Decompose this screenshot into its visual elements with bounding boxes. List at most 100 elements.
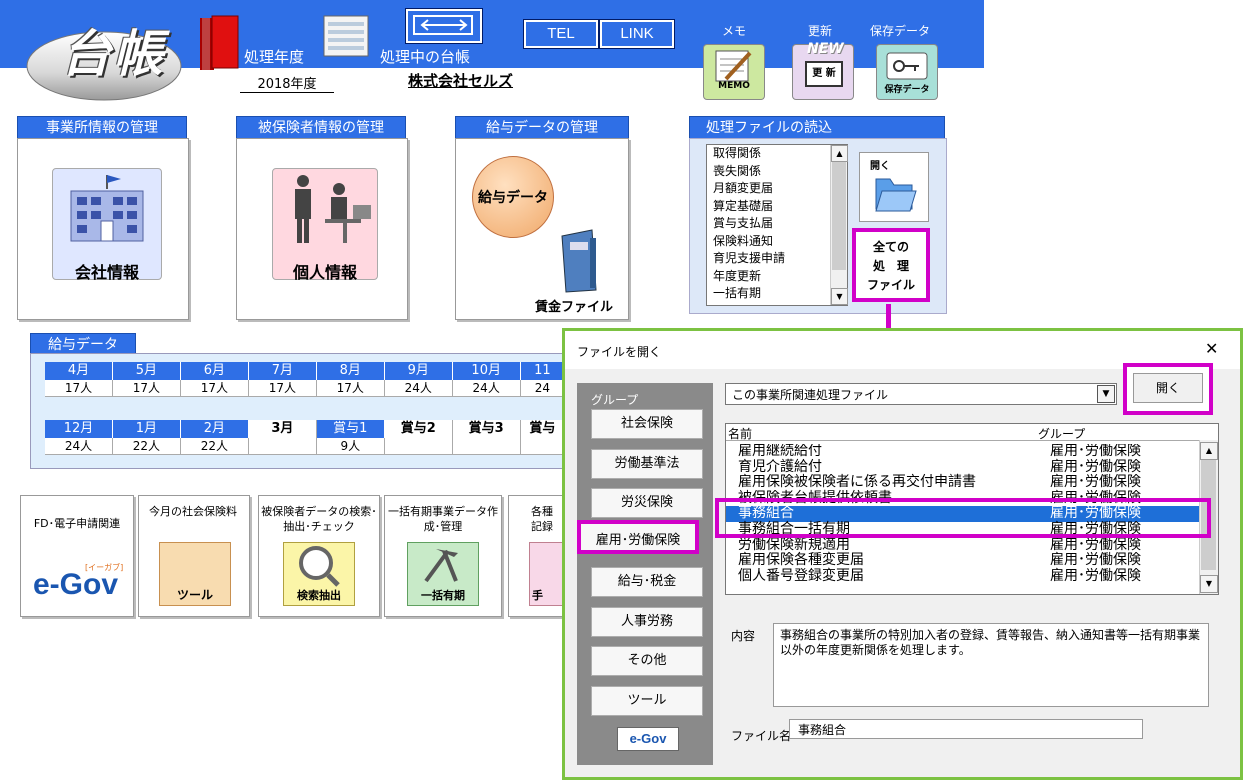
salary-grid-value-cell: 22人 bbox=[180, 438, 249, 454]
group-button[interactable]: 労災保険 bbox=[591, 488, 703, 518]
file-type-item[interactable]: 保険料通知 bbox=[707, 233, 847, 251]
egov-tile[interactable]: FD･電子申請関連 [イーガブ] e-Gov bbox=[20, 495, 134, 617]
col-group-header[interactable]: グループ bbox=[1038, 425, 1085, 442]
filename-field[interactable]: 事務組合 bbox=[789, 719, 1143, 739]
update-button[interactable]: NEW 更 新 bbox=[792, 41, 854, 100]
salary-grid-value-cell: 17人 bbox=[180, 380, 249, 396]
update-icon-text: 更 新 bbox=[805, 61, 843, 87]
file-table-row[interactable]: 労働保険新規適用 雇用･労働保険 bbox=[726, 536, 1200, 554]
salary-grid-value-cell bbox=[384, 438, 453, 454]
file-type-item[interactable]: 年度更新 bbox=[707, 268, 847, 286]
lump-project-tile[interactable]: 一括有期事業データ作成･管理 一括有期 bbox=[384, 495, 502, 617]
file-type-item[interactable]: 喪失関係 bbox=[707, 163, 847, 181]
shovel-pickaxe-icon: 一括有期 bbox=[407, 542, 479, 606]
group-button[interactable]: その他 bbox=[591, 646, 703, 676]
ledger-logo-text: 台帳 bbox=[61, 24, 165, 83]
save-data-button[interactable]: 保存データ bbox=[876, 44, 938, 100]
salary-grid-row1-values: 17人 17人 17人 17人 17人 24人 24人 24 bbox=[45, 380, 565, 397]
company-info-label: 会社情報 bbox=[74, 263, 139, 282]
link-button[interactable]: LINK bbox=[599, 19, 675, 49]
switch-ledger-button[interactable] bbox=[405, 8, 483, 44]
dialog-close-icon[interactable]: ✕ bbox=[1205, 339, 1218, 358]
salary-grid-header-cell[interactable]: 賞与1 bbox=[316, 420, 385, 438]
salary-grid-header-cell[interactable]: 賞与 bbox=[520, 420, 565, 438]
egov-link-icon[interactable]: e-Gov bbox=[617, 727, 679, 751]
content-label: 内容 bbox=[731, 629, 756, 643]
tool-icon-text: ツール bbox=[176, 588, 213, 602]
file-type-item[interactable]: 一括有期 bbox=[707, 285, 847, 303]
building-icon bbox=[70, 175, 144, 242]
file-table-row[interactable]: 個人番号登録変更届 雇用･労働保険 bbox=[726, 567, 1200, 585]
all-process-files-button[interactable]: 全ての 処 理 ファイル bbox=[852, 228, 930, 302]
group-button[interactable]: 労働基準法 bbox=[591, 448, 703, 479]
table-scroll-up-icon[interactable]: ▲ bbox=[1200, 442, 1218, 460]
monthly-insurance-tile[interactable]: 今月の社会保険料 ツール bbox=[138, 495, 250, 617]
file-table-row[interactable]: 雇用保険各種変更届 雇用･労働保険 bbox=[726, 553, 1200, 569]
file-table-row[interactable]: 雇用継続給付 雇用･労働保険 bbox=[726, 444, 1200, 460]
current-ledger-label: 処理中の台帳 bbox=[380, 48, 471, 66]
wage-file-binder-icon[interactable] bbox=[556, 228, 602, 294]
file-type-item[interactable]: 育児支援申請 bbox=[707, 250, 847, 268]
salary-grid-header-cell[interactable]: 12月 bbox=[45, 420, 113, 438]
lump-icon-text: 一括有期 bbox=[421, 589, 465, 602]
monthly-tile-label: 今月の社会保険料 bbox=[149, 505, 237, 518]
file-row-name: 労働保険新規適用 bbox=[738, 536, 850, 553]
salary-grid-header-cell[interactable]: 6月 bbox=[180, 362, 249, 380]
file-type-listbox[interactable]: 取得関係 喪失関係 月額変更届 算定基礎届 賞与支払届 保険料通知 育児支援申請 年度更新 一括… bbox=[706, 144, 848, 306]
open-file-dialog: ファイルを開く ✕ グループ 社会保険 労働基準法 労災保険 雇用･労働保険 給与･税金… bbox=[562, 328, 1243, 780]
file-type-item[interactable]: 賞与支払届 bbox=[707, 215, 847, 233]
file-scope-dropdown[interactable]: この事業所関連処理ファイル ▼ bbox=[725, 383, 1117, 405]
file-row-group: 雇用･労働保険 bbox=[1050, 567, 1141, 584]
scroll-thumb[interactable] bbox=[832, 162, 846, 270]
salary-grid-header-cell[interactable]: 7月 bbox=[248, 362, 317, 380]
salary-grid-row2-headers: 12月 1月 2月 3月 賞与1 賞与2 賞与3 賞与 bbox=[45, 420, 565, 438]
salary-grid-value-cell bbox=[452, 438, 521, 454]
salary-grid-header-cell[interactable]: 2月 bbox=[180, 420, 249, 438]
group-button[interactable]: 給与･税金 bbox=[591, 567, 703, 597]
dialog-title: ファイルを開く bbox=[577, 345, 662, 359]
scroll-up-icon[interactable]: ▲ bbox=[831, 145, 848, 162]
tel-button[interactable]: TEL bbox=[523, 19, 599, 49]
save-label: 保存データ bbox=[870, 24, 931, 38]
salary-grid-header-cell[interactable]: 8月 bbox=[316, 362, 385, 380]
group-button[interactable]: 人事労務 bbox=[591, 606, 703, 637]
file-type-item[interactable]: 月額変更届 bbox=[707, 180, 847, 198]
personal-info-button[interactable]: 個人情報 bbox=[272, 168, 378, 282]
memo-button[interactable]: MEMO bbox=[703, 44, 765, 100]
file-table-row[interactable]: 雇用保険被保険者に係る再交付申請書 雇用･労働保険 bbox=[726, 475, 1200, 491]
salary-grid-header-cell[interactable]: 3月 bbox=[248, 420, 317, 438]
scroll-down-icon[interactable]: ▼ bbox=[831, 288, 848, 305]
salary-grid-row2-values: 24人 22人 22人 9人 bbox=[45, 438, 565, 455]
salary-grid-header-cell[interactable]: 賞与2 bbox=[384, 420, 453, 438]
group-button[interactable]: ツール bbox=[591, 685, 703, 716]
open-file-button[interactable]: 開く bbox=[859, 152, 929, 222]
salary-grid-header-cell[interactable]: 11 bbox=[520, 362, 565, 380]
salary-grid-header-cell[interactable]: 9月 bbox=[384, 362, 453, 380]
tool-icon: ツール bbox=[159, 542, 231, 606]
salary-grid-value-cell: 24 bbox=[520, 380, 565, 396]
salary-grid-header-cell[interactable]: 10月 bbox=[452, 362, 521, 380]
dropdown-arrow-icon[interactable]: ▼ bbox=[1097, 385, 1115, 403]
file-type-item[interactable]: 算定基礎届 bbox=[707, 198, 847, 216]
salary-grid-value-cell: 17人 bbox=[45, 380, 113, 396]
file-table-row[interactable]: 育児介護給付 雇用･労働保険 bbox=[726, 458, 1200, 476]
all-files-line3: ファイル bbox=[866, 278, 915, 292]
salary-grid-header-cell[interactable]: 5月 bbox=[112, 362, 181, 380]
file-type-item[interactable]: 取得関係 bbox=[707, 145, 847, 163]
file-row-group: 雇用･労働保険 bbox=[1050, 458, 1141, 475]
salary-data-button[interactable]: 給与データ bbox=[472, 156, 554, 238]
dialog-open-button[interactable]: 開く bbox=[1133, 373, 1203, 403]
listbox-scrollbar[interactable]: ▲ ▼ bbox=[830, 145, 848, 305]
table-scroll-down-icon[interactable]: ▼ bbox=[1200, 575, 1218, 593]
salary-grid-header-cell[interactable]: 1月 bbox=[112, 420, 181, 438]
col-name-header[interactable]: 名前 bbox=[728, 425, 752, 442]
salary-panel bbox=[455, 138, 629, 320]
group-button[interactable]: 雇用･労働保険 bbox=[577, 519, 699, 554]
salary-grid-header-cell[interactable]: 4月 bbox=[45, 362, 113, 380]
salary-grid-header-cell[interactable]: 賞与3 bbox=[452, 420, 521, 438]
company-info-button[interactable]: 会社情報 bbox=[52, 168, 162, 282]
search-tile[interactable]: 被保険者データの検索･抽出･チェック 検索抽出 bbox=[258, 495, 380, 617]
group-button[interactable]: 社会保険 bbox=[591, 409, 703, 439]
misc-records-tile[interactable]: 各種記録 手 bbox=[508, 495, 571, 617]
folder-open-icon bbox=[875, 178, 917, 212]
